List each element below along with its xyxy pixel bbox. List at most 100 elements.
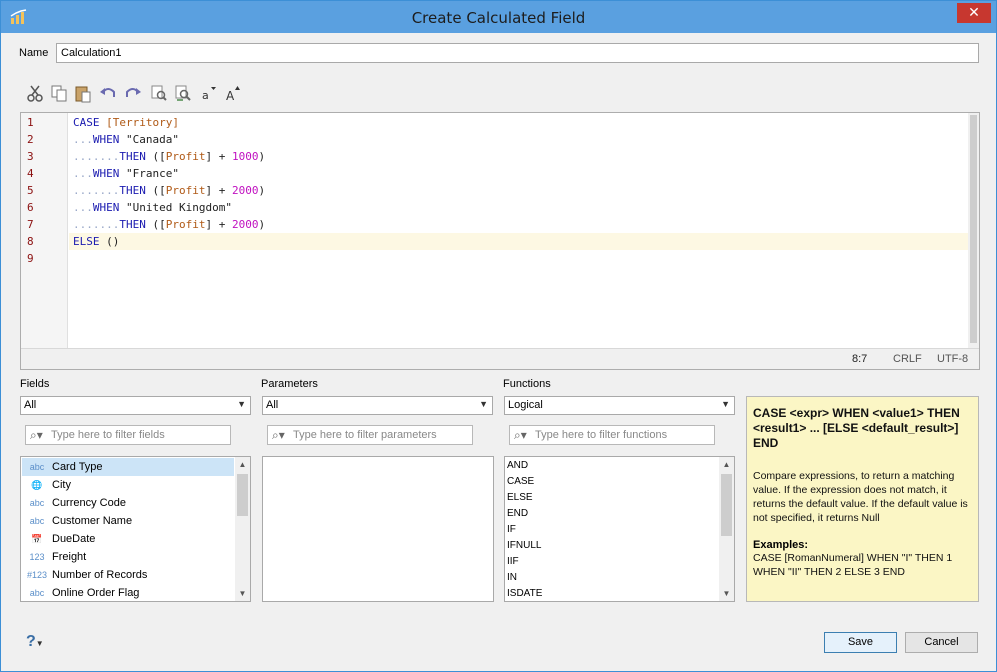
code-line[interactable]: ELSE () <box>69 233 968 250</box>
fields-filter-input[interactable]: ⌕▾ Type here to filter fields <box>25 425 231 445</box>
close-button[interactable]: ✕ <box>957 3 991 23</box>
name-label: Name <box>19 47 49 59</box>
parameters-filter-input[interactable]: ⌕▾ Type here to filter parameters <box>267 425 473 445</box>
code-token: [Territory] <box>106 116 179 129</box>
paste-icon[interactable] <box>73 83 93 103</box>
functions-scroll-thumb[interactable] <box>721 474 732 536</box>
code-token: THEN <box>119 218 146 231</box>
function-item[interactable]: END <box>507 506 528 522</box>
field-name: Card Type <box>52 461 103 473</box>
field-item[interactable]: 📅 DueDate <box>22 530 234 548</box>
field-item[interactable]: 🌐 City <box>22 476 234 494</box>
code-line[interactable]: ...WHEN "Canada" <box>69 131 968 148</box>
parameters-list[interactable] <box>262 456 494 602</box>
code-token: CASE <box>73 116 100 129</box>
editor-status-bar: 8:7 CRLF UTF-8 <box>21 348 979 369</box>
cursor-position: 8:7 <box>852 353 868 365</box>
line-number: 9 <box>27 252 34 265</box>
field-name: City <box>52 479 71 491</box>
field-item[interactable]: abc Currency Code <box>22 494 234 512</box>
functions-dropdown-value: Logical <box>508 399 543 411</box>
line-number: 7 <box>27 218 34 231</box>
code-token: ) <box>258 150 266 163</box>
svg-text:A: A <box>226 89 235 103</box>
code-line[interactable]: ...WHEN "United Kingdom" <box>69 199 968 216</box>
scroll-up-icon[interactable]: ▲ <box>235 457 250 472</box>
function-description: Compare expressions, to return a matchin… <box>753 470 968 524</box>
fields-label: Fields <box>20 378 50 390</box>
scroll-down-icon[interactable]: ▼ <box>719 586 734 601</box>
code-token: Profit <box>165 218 206 231</box>
copy-icon[interactable] <box>49 83 69 103</box>
line-number: 3 <box>27 150 34 163</box>
code-token: ....... <box>73 218 120 231</box>
field-item[interactable]: #123 Number of Records <box>22 566 234 584</box>
code-line[interactable]: .......THEN ([Profit] + 2000) <box>69 216 968 233</box>
string-type-icon: abc <box>29 498 45 508</box>
functions-list-scrollbar[interactable]: ▲ ▼ <box>719 457 734 601</box>
decrease-font-icon[interactable]: a <box>199 83 219 103</box>
fields-scroll-thumb[interactable] <box>237 474 248 516</box>
cut-icon[interactable] <box>25 83 45 103</box>
editor-scroll-thumb[interactable] <box>970 115 977 343</box>
undo-icon[interactable] <box>98 83 118 103</box>
code-token: ([ <box>145 218 166 231</box>
number-type-icon: 123 <box>29 552 45 562</box>
function-item[interactable]: ISDATE <box>507 586 542 601</box>
increase-font-icon[interactable]: A <box>223 83 243 103</box>
code-line[interactable]: .......THEN ([Profit] + 1000) <box>69 148 968 165</box>
fields-filter-placeholder: Type here to filter fields <box>51 429 165 441</box>
find-replace-icon[interactable] <box>173 83 193 103</box>
svg-text:a: a <box>202 89 209 102</box>
scroll-up-icon[interactable]: ▲ <box>719 457 734 472</box>
code-line[interactable]: CASE [Territory] <box>69 114 968 131</box>
parameters-filter-placeholder: Type here to filter parameters <box>293 429 437 441</box>
functions-list[interactable]: ▲ ▼ AND CASE ELSE END IF IFNULL IIF IN ISDATE <box>504 456 735 602</box>
line-number: 6 <box>27 201 34 214</box>
code-line[interactable]: .......THEN ([Profit] + 2000) <box>69 182 968 199</box>
function-item[interactable]: IFNULL <box>507 538 541 554</box>
code-token: ... <box>73 133 93 146</box>
find-icon[interactable] <box>149 83 169 103</box>
formula-editor[interactable]: 123456789 CASE [Territory] ...WHEN "Canad… <box>20 112 980 370</box>
code-token: "France" <box>119 167 179 180</box>
line-number: 5 <box>27 184 34 197</box>
functions-filter-input[interactable]: ⌕▾ Type here to filter functions <box>509 425 715 445</box>
function-item[interactable]: IIF <box>507 554 519 570</box>
function-item[interactable]: IF <box>507 522 516 538</box>
fields-list[interactable]: ▲ ▼ abc Card Type 🌐 City abc Currency Code abc… <box>20 456 251 602</box>
line-number: 1 <box>27 116 34 129</box>
name-input[interactable] <box>56 43 979 63</box>
save-button[interactable]: Save <box>824 632 897 653</box>
field-name: Customer Name <box>52 515 133 527</box>
title-bar: Create Calculated Field ✕ <box>1 1 996 33</box>
code-token: ....... <box>73 150 120 163</box>
function-item[interactable]: IN <box>507 570 517 586</box>
field-item[interactable]: 123 Freight <box>22 548 234 566</box>
field-item[interactable]: abc Card Type <box>22 458 234 476</box>
scroll-down-icon[interactable]: ▼ <box>235 586 250 601</box>
code-token: THEN <box>119 150 146 163</box>
function-item[interactable]: ELSE <box>507 490 533 506</box>
code-token: WHEN <box>92 167 120 180</box>
code-line[interactable] <box>69 250 968 267</box>
parameters-dropdown[interactable]: All ▼ <box>262 396 493 415</box>
function-item[interactable]: AND <box>507 458 528 474</box>
functions-dropdown[interactable]: Logical ▼ <box>504 396 735 415</box>
code-token: "Canada" <box>119 133 179 146</box>
help-menu-button[interactable]: ?▼ <box>26 633 44 651</box>
string-type-icon: abc <box>29 588 45 598</box>
fields-list-scrollbar[interactable]: ▲ ▼ <box>235 457 250 601</box>
code-token: ) <box>258 184 266 197</box>
code-area[interactable]: CASE [Territory] ...WHEN "Canada" .......T… <box>69 113 968 349</box>
code-token: THEN <box>119 184 146 197</box>
field-item[interactable]: abc Customer Name <box>22 512 234 530</box>
cancel-button[interactable]: Cancel <box>905 632 978 653</box>
fields-dropdown[interactable]: All ▼ <box>20 396 251 415</box>
field-item[interactable]: abc Online Order Flag <box>22 584 234 601</box>
editor-scrollbar[interactable] <box>968 113 979 349</box>
chevron-down-icon: ▼ <box>237 399 246 409</box>
redo-icon[interactable] <box>123 83 143 103</box>
code-line[interactable]: ...WHEN "France" <box>69 165 968 182</box>
function-item[interactable]: CASE <box>507 474 534 490</box>
